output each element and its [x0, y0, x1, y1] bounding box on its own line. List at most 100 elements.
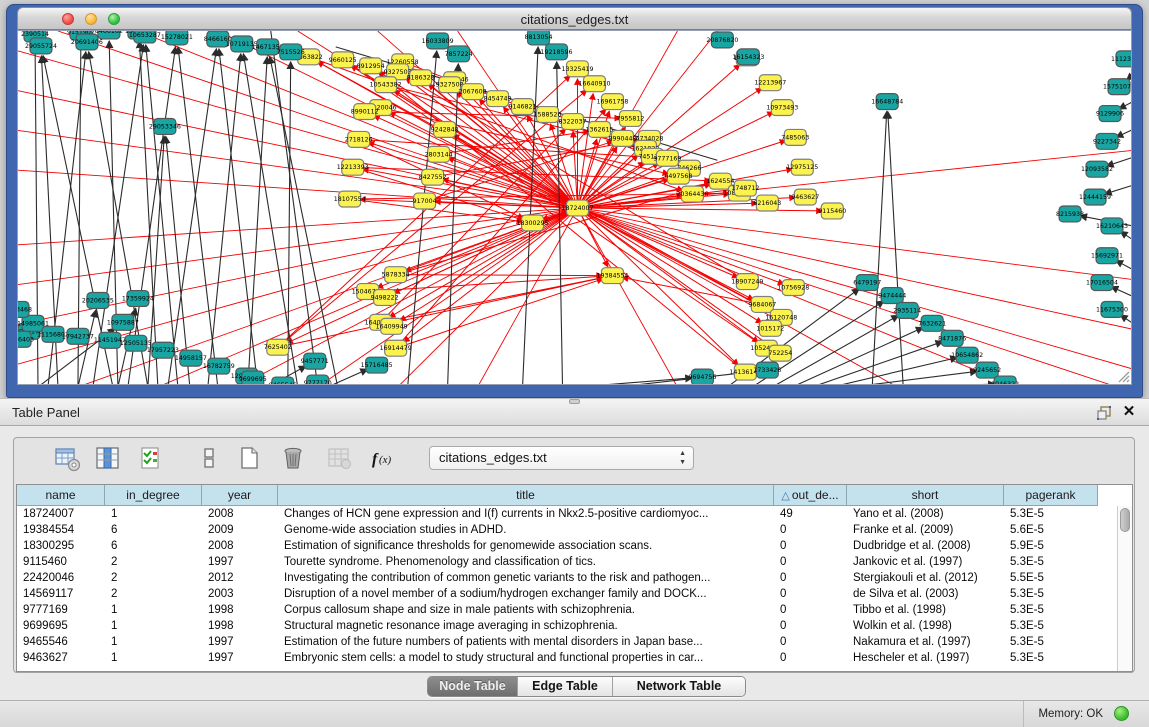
table-cell[interactable]: Structural magnetic resonance image aver…	[278, 618, 774, 634]
table-cell[interactable]: Estimation of significance thresholds fo…	[278, 538, 774, 554]
table-cell[interactable]: Genome-wide association studies in ADHD.	[278, 522, 774, 538]
table-cell[interactable]: Embryonic stem cells: a model to study s…	[278, 650, 774, 666]
table-cell[interactable]: Disruption of a novel member of a sodium…	[278, 586, 774, 602]
table-cell[interactable]: 2	[105, 570, 202, 586]
column-header[interactable]: △out_de...	[774, 485, 847, 506]
table-row[interactable]: 946362711997Embryonic stem cells: a mode…	[17, 650, 1098, 666]
table-cell[interactable]: 5.9E-5	[1004, 538, 1098, 554]
table-cell[interactable]: 1998	[202, 602, 278, 618]
table-selector-dropdown[interactable]: citations_edges.txt ▲▼	[429, 446, 694, 470]
float-panel-icon[interactable]	[1095, 404, 1113, 422]
vertical-scrollbar[interactable]	[1117, 506, 1132, 671]
table-cell[interactable]: Franke et al. (2009)	[847, 522, 1004, 538]
table-cell[interactable]: Wolkin et al. (1998)	[847, 618, 1004, 634]
trash-icon[interactable]	[280, 445, 308, 473]
table-cell[interactable]: 2008	[202, 506, 278, 522]
table-cell[interactable]: 0	[774, 570, 847, 586]
table-cell[interactable]: Yano et al. (2008)	[847, 506, 1004, 522]
table-cell[interactable]: 5.3E-5	[1004, 634, 1098, 650]
table-cell[interactable]: 5.3E-5	[1004, 554, 1098, 570]
tab-network-table[interactable]: Network Table	[613, 677, 745, 696]
table-cell[interactable]: 5.5E-5	[1004, 570, 1098, 586]
table-cell[interactable]: Stergiakouli et al. (2012)	[847, 570, 1004, 586]
table-cell[interactable]: 0	[774, 554, 847, 570]
table-cell[interactable]: Tibbo et al. (1998)	[847, 602, 1004, 618]
table-cell[interactable]: Jankovic et al. (1997)	[847, 554, 1004, 570]
table-row[interactable]: 969969511998Structural magnetic resonanc…	[17, 618, 1098, 634]
table-cell[interactable]: 6	[105, 522, 202, 538]
table-row[interactable]: 1938455462009Genome-wide association stu…	[17, 522, 1098, 538]
table-cell[interactable]: 9699695	[17, 618, 105, 634]
table-cell[interactable]: 9777169	[17, 602, 105, 618]
table-gear-icon[interactable]	[54, 445, 82, 473]
memory-ok-indicator[interactable]	[1114, 706, 1129, 721]
table-cell[interactable]: 0	[774, 618, 847, 634]
table-cell[interactable]: 2003	[202, 586, 278, 602]
table-cell[interactable]: 5.3E-5	[1004, 618, 1098, 634]
table-cell[interactable]: 2	[105, 554, 202, 570]
table-row[interactable]: 946554611997Estimation of the future num…	[17, 634, 1098, 650]
table-row[interactable]: 911546021997Tourette syndrome. Phenomeno…	[17, 554, 1098, 570]
column-header[interactable]: title	[278, 485, 774, 506]
table-cell[interactable]: 5.3E-5	[1004, 602, 1098, 618]
column-header[interactable]: in_degree	[105, 485, 202, 506]
table-cell[interactable]: Corpus callosum shape and size in male p…	[278, 602, 774, 618]
tab-edge-table[interactable]: Edge Table	[518, 677, 613, 696]
checklist-icon[interactable]	[138, 445, 166, 473]
table-cell[interactable]: Investigating the contribution of common…	[278, 570, 774, 586]
network-canvas[interactable]: 1872400776638229660125891295412260558932…	[17, 30, 1132, 385]
table-cell[interactable]: Dudbridge et al. (2008)	[847, 538, 1004, 554]
table-cell[interactable]: 0	[774, 586, 847, 602]
table-cell[interactable]: 5.3E-5	[1004, 586, 1098, 602]
window-titlebar[interactable]: citations_edges.txt	[17, 7, 1132, 30]
table-cell[interactable]: 2009	[202, 522, 278, 538]
window-resize-grip[interactable]	[1116, 369, 1130, 383]
table-cell[interactable]: 2008	[202, 538, 278, 554]
column-header[interactable]: pagerank	[1004, 485, 1098, 506]
table-row[interactable]: 1830029562008Estimation of significance …	[17, 538, 1098, 554]
table-cell[interactable]: Estimation of the future numbers of pati…	[278, 634, 774, 650]
table-cell[interactable]: 1997	[202, 554, 278, 570]
table-cell[interactable]: 2012	[202, 570, 278, 586]
table-cell[interactable]: 18300295	[17, 538, 105, 554]
table-cell[interactable]: 2	[105, 586, 202, 602]
table-cell[interactable]: 0	[774, 538, 847, 554]
table-cell[interactable]: 0	[774, 602, 847, 618]
table-cell[interactable]: 19384554	[17, 522, 105, 538]
table-cell[interactable]: 1	[105, 634, 202, 650]
table-cell[interactable]: 1	[105, 618, 202, 634]
table-row[interactable]: 2242004622012Investigating the contribut…	[17, 570, 1098, 586]
table-cell[interactable]: 1998	[202, 618, 278, 634]
table-cell[interactable]: 9463627	[17, 650, 105, 666]
table-cell[interactable]: 49	[774, 506, 847, 522]
split-pane-handle[interactable]	[569, 399, 580, 404]
table-row[interactable]: 1872400712008Changes of HCN gene express…	[17, 506, 1098, 522]
table-cell[interactable]: 6	[105, 538, 202, 554]
table-cell[interactable]: 9115460	[17, 554, 105, 570]
table-cell[interactable]: 5.3E-5	[1004, 650, 1098, 666]
table-cell[interactable]: 22420046	[17, 570, 105, 586]
new-file-icon[interactable]	[236, 445, 264, 473]
tab-node-table[interactable]: Node Table	[428, 677, 518, 696]
table-cell[interactable]: 1997	[202, 634, 278, 650]
table-cell[interactable]: 0	[774, 650, 847, 666]
table-cell[interactable]: 5.3E-5	[1004, 506, 1098, 522]
table-row[interactable]: 1456911722003Disruption of a novel membe…	[17, 586, 1098, 602]
table-row[interactable]: 977716911998Corpus callosum shape and si…	[17, 602, 1098, 618]
table-cell[interactable]: 1997	[202, 650, 278, 666]
table-cell[interactable]: 1	[105, 602, 202, 618]
column-header[interactable]: year	[202, 485, 278, 506]
column-header[interactable]: name	[17, 485, 105, 506]
scrollbar-thumb[interactable]	[1120, 508, 1130, 532]
rows-icon[interactable]	[196, 445, 224, 473]
column-header[interactable]: short	[847, 485, 1004, 506]
table-cell[interactable]: 9465546	[17, 634, 105, 650]
close-panel-icon[interactable]: ✕	[1121, 403, 1137, 421]
function-icon[interactable]: f (x)	[370, 445, 398, 473]
table-cell[interactable]: Nakamura et al. (1997)	[847, 634, 1004, 650]
table-cell[interactable]: 1	[105, 506, 202, 522]
table-column-icon[interactable]	[94, 445, 122, 473]
table-cell[interactable]: 14569117	[17, 586, 105, 602]
table-cell[interactable]: 1	[105, 650, 202, 666]
table-cell[interactable]: de Silva et al. (2003)	[847, 586, 1004, 602]
